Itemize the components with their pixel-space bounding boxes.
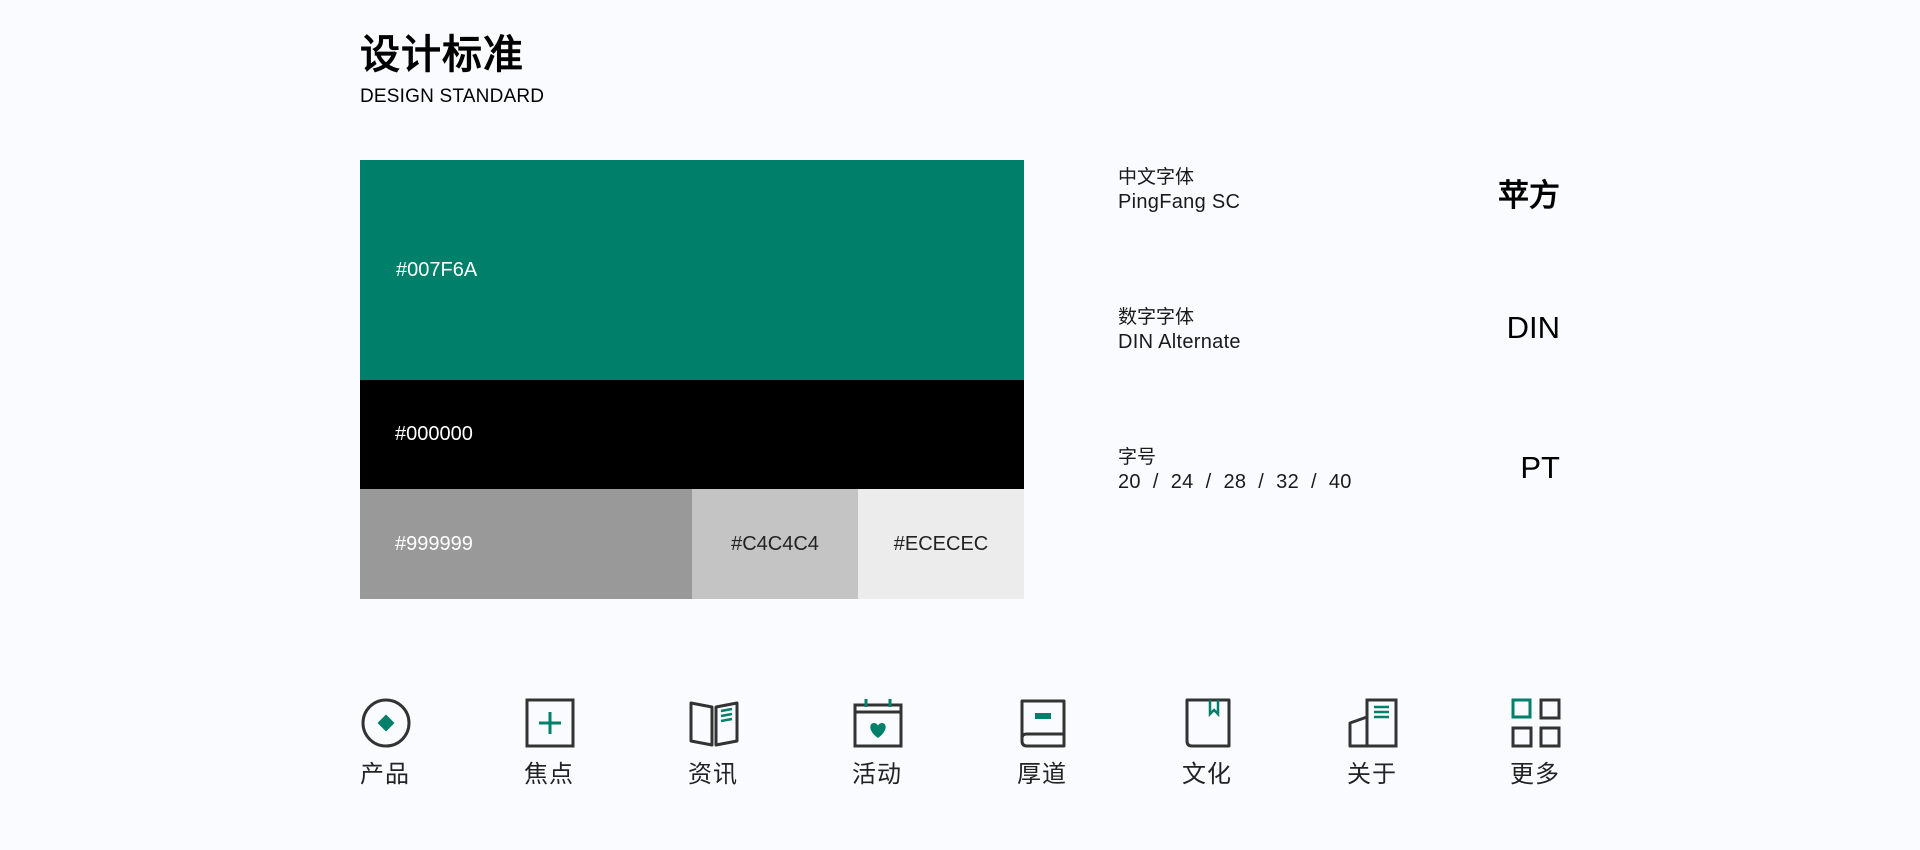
font-sample-size: PT <box>1520 450 1560 485</box>
color-palette: #007F6A #000000 #999999 #C4C4C4 #ECECEC <box>360 160 1024 599</box>
product-icon <box>361 698 411 748</box>
icon-item-focus[interactable]: 焦点 <box>524 697 604 789</box>
font-size-value: 28 <box>1223 471 1247 493</box>
font-size-value: 20 <box>1118 471 1141 493</box>
font-size-value: 40 <box>1328 471 1352 493</box>
culture-icon <box>1185 698 1231 748</box>
about-icon <box>1348 698 1398 748</box>
font-name-chinese: PingFang SC <box>1118 191 1241 213</box>
icon-label-news: 资讯 <box>688 760 738 788</box>
font-row-numeric: 数字字体 DIN Alternate DIN <box>1118 300 1560 380</box>
font-row-chinese: 中文字体 PingFang SC 苹方 <box>1118 160 1560 240</box>
font-size-separator: / <box>1311 471 1317 493</box>
swatch-primary: #007F6A <box>360 160 1024 380</box>
swatch-extra-light-grey: #ECECEC <box>858 489 1024 599</box>
swatch-black-label: #000000 <box>395 423 473 445</box>
icon-label-activity: 活动 <box>852 760 902 788</box>
page-title: 设计标准 <box>360 32 524 78</box>
icon-item-houdao[interactable]: 厚道 <box>1017 697 1097 789</box>
font-label-size: 字号 <box>1118 446 1157 468</box>
icon-label-culture: 文化 <box>1182 760 1232 788</box>
font-sample-chinese: 苹方 <box>1498 178 1560 214</box>
page-subtitle: DESIGN STANDARD <box>360 86 545 107</box>
icon-item-culture[interactable]: 文化 <box>1182 697 1262 789</box>
houdao-icon <box>1020 699 1066 748</box>
font-size-separator: / <box>1205 471 1212 493</box>
font-size-list: 20 / 24 / 28 / 32 / 40 <box>1118 471 1352 494</box>
swatch-light-grey-label: #C4C4C4 <box>731 532 819 555</box>
icon-item-more[interactable]: 更多 <box>1510 697 1590 789</box>
icon-label-focus: 焦点 <box>524 760 574 788</box>
swatch-grey: #999999 <box>360 489 692 599</box>
icon-item-news[interactable]: 资讯 <box>688 697 768 789</box>
icon-label-about: 关于 <box>1347 760 1397 788</box>
icon-set: 产品 焦点 资讯 活动 厚道 文化 关于 更多 <box>360 697 1561 797</box>
activity-icon <box>853 699 903 748</box>
font-size-value: 24 <box>1170 471 1194 493</box>
font-size-value: 32 <box>1276 471 1300 493</box>
font-size-separator: / <box>1258 471 1265 493</box>
swatch-primary-label: #007F6A <box>396 258 478 281</box>
font-size-separator: / <box>1152 471 1159 493</box>
font-name-numeric: DIN Alternate <box>1118 331 1241 353</box>
icon-label-houdao: 厚道 <box>1017 760 1067 788</box>
news-icon <box>689 701 739 747</box>
font-label-chinese: 中文字体 <box>1118 166 1195 188</box>
swatch-light-grey: #C4C4C4 <box>692 489 858 599</box>
icon-label-product: 产品 <box>360 760 410 788</box>
more-icon <box>1511 698 1561 748</box>
focus-icon <box>525 698 575 748</box>
swatch-extra-light-grey-label: #ECECEC <box>893 532 989 555</box>
icon-label-more: 更多 <box>1510 760 1560 788</box>
font-label-numeric: 数字字体 <box>1118 306 1195 328</box>
font-row-size: 字号 20 / 24 / 28 / 32 / 40 PT <box>1118 440 1560 520</box>
swatch-grey-label: #999999 <box>395 532 473 555</box>
font-sample-numeric: DIN <box>1506 310 1560 345</box>
icon-item-product[interactable]: 产品 <box>360 697 440 789</box>
icon-item-about[interactable]: 关于 <box>1347 697 1427 789</box>
icon-item-activity[interactable]: 活动 <box>852 697 932 789</box>
swatch-black: #000000 <box>360 380 1024 489</box>
